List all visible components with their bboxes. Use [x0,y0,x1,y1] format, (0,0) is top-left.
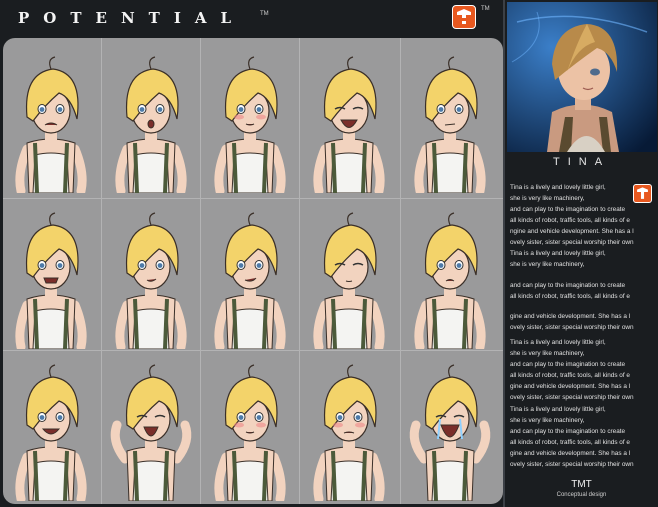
expression-figure-surprised [115,56,187,193]
expression-figure-sultry [115,212,187,349]
bio-line: ovely sister, sister special worship the… [510,461,634,468]
bio-line: she is very like machinery, [510,417,585,424]
bio-block-2b: and can play to the imagination to creat… [510,280,656,302]
grid-divider [200,38,201,504]
bio-block-2c: gine and vehicle development. She has a … [510,311,656,333]
bio-block-1: Tina is a lively and lovely little girl,… [510,182,656,248]
page-title: POTENTIAL [18,9,246,27]
expression-figure-blushing [214,364,286,501]
bio-line: ovely sister, sister special worship the… [510,239,634,246]
bio-line: ngine and vehicle development. She has a… [510,228,634,235]
expression-figure-grinning [15,364,87,501]
grid-divider [299,38,300,504]
bio-line: gine and vehicle development. She has a … [510,313,631,320]
bio-line: she is very like machinery, [510,261,585,268]
bio-line: Tina is a lively and lovely little girl, [510,339,606,346]
bio-line: all kinds of robot, traffic tools, all k… [510,439,630,446]
expression-figure-crying [409,364,491,501]
expression-figure-yelling [110,364,192,501]
bio-line: ovely sister, sister special worship the… [510,324,634,331]
character-sidebar: TINA Tina is a lively and lovely little … [503,0,658,507]
expression-figure-annoyed [414,56,486,193]
grid-divider [400,38,401,504]
bio-line: Tina is a lively and lovely little girl, [510,184,606,191]
bio-block-4: Tina is a lively and lovely little girl,… [510,404,656,470]
bio-line: gine and vehicle development. She has a … [510,383,631,390]
expression-figure-shy [214,56,286,193]
expression-figure-pouting [414,212,486,349]
bio-line: and can play to the imagination to creat… [510,428,626,435]
expression-figure-laughing [313,56,385,193]
studio-credit: TMT [571,479,592,490]
bio-line: all kinds of robot, traffic tools, all k… [510,217,630,224]
bio-line: gine and vehicle development. She has a … [510,450,631,457]
bio-line: Tina is a lively and lovely little girl, [510,406,606,413]
bio-block-3: Tina is a lively and lovely little girl,… [510,337,656,403]
credit-subtitle: Conceptual design [556,492,607,498]
expression-sheet [3,38,503,504]
expression-figure-nervous [15,212,87,349]
tmt-logo-icon [452,5,476,29]
title-trademark: TM [260,11,269,17]
header-banner: POTENTIAL TM TM [0,0,503,38]
bio-line: and can play to the imagination to creat… [510,206,626,213]
bio-line: and can play to the imagination to creat… [510,282,626,289]
logo-trademark: TM [481,6,490,12]
bio-line: ovely sister, sister special worship the… [510,394,634,401]
expression-figure-sleepy [313,212,385,349]
expression-figure-embarrassed [313,364,385,501]
expression-figure-grumpy [15,56,87,193]
bio-block-2a: Tina is a lively and lovely little girl,… [510,248,656,270]
bio-line: all kinds of robot, traffic tools, all k… [510,372,630,379]
bio-line: she is very like machinery, [510,195,585,202]
bio-line: she is very like machinery, [510,350,585,357]
bio-line: and can play to the imagination to creat… [510,361,626,368]
expression-figure-smirking [214,212,286,349]
grid-divider [101,38,102,504]
bio-line: all kinds of robot, traffic tools, all k… [510,293,630,300]
character-name: TINA [552,156,611,168]
bio-line: Tina is a lively and lovely little girl, [510,250,606,257]
character-portrait [507,2,657,152]
